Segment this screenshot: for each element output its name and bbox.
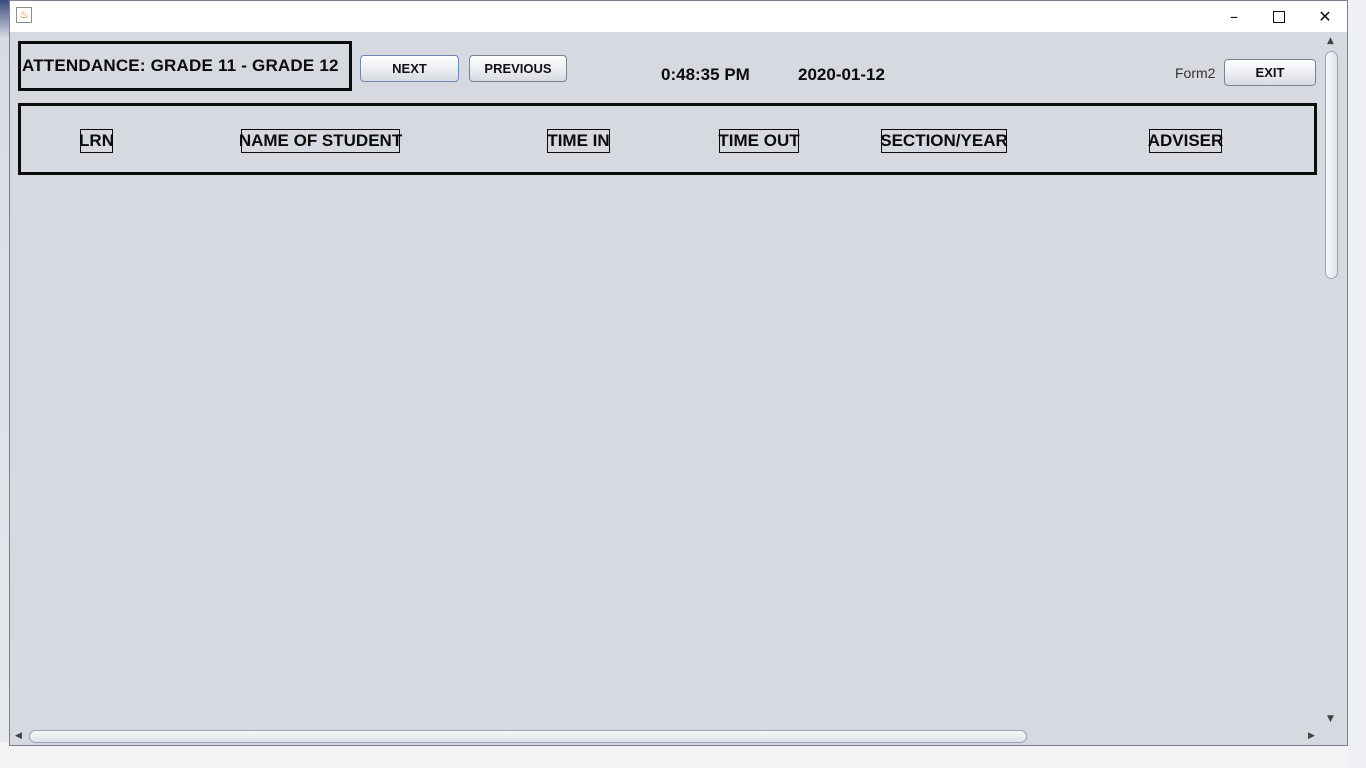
- scroll-down-icon[interactable]: ▼: [1327, 714, 1334, 724]
- attendance-window: ♨ – ✕ ATTENDANCE: GRADE 11 - GRADE 12 NE…: [9, 0, 1348, 746]
- column-header-time-out: TIME OUT: [718, 129, 800, 153]
- table-header: LRN NAME OF STUDENT TIME IN TIME OUT SEC…: [18, 103, 1317, 175]
- page-title: ATTENDANCE: GRADE 11 - GRADE 12: [18, 41, 352, 91]
- column-header-name: NAME OF STUDENT: [239, 129, 402, 153]
- column-header-time-in: TIME IN: [547, 129, 610, 153]
- clock-time: 0:48:35 PM: [661, 65, 750, 84]
- exit-button[interactable]: EXIT: [1224, 59, 1316, 86]
- minimize-button[interactable]: –: [1211, 1, 1257, 32]
- scroll-up-icon[interactable]: ▲: [1327, 36, 1334, 46]
- form-content: ATTENDANCE: GRADE 11 - GRADE 12 NEXT PRE…: [10, 33, 1323, 729]
- vertical-scroll-thumb[interactable]: [1325, 51, 1338, 279]
- current-date: 2020-01-12: [798, 65, 885, 84]
- form-name-label: Form2: [1175, 65, 1216, 81]
- desktop-right-edge: [1348, 0, 1366, 768]
- vertical-scrollbar[interactable]: ▲ ▼: [1323, 33, 1341, 729]
- column-header-lrn: LRN: [79, 129, 114, 153]
- java-cup-icon[interactable]: ♨: [16, 7, 32, 23]
- scroll-left-icon[interactable]: ◀: [15, 731, 22, 741]
- column-header-adviser: ADVISER: [1148, 129, 1223, 153]
- previous-button[interactable]: PREVIOUS: [469, 55, 567, 82]
- close-button[interactable]: ✕: [1302, 1, 1348, 32]
- horizontal-scroll-thumb[interactable]: [29, 730, 1027, 743]
- maximize-icon: [1273, 10, 1285, 23]
- minimize-icon: –: [1230, 7, 1238, 26]
- title-bar: ♨ – ✕: [10, 1, 1347, 32]
- horizontal-scrollbar[interactable]: ◀ ▶: [10, 729, 1323, 745]
- scroll-right-icon[interactable]: ▶: [1308, 731, 1315, 741]
- close-icon: ✕: [1318, 7, 1332, 26]
- column-header-section-year: SECTION/YEAR: [880, 129, 1008, 153]
- maximize-button[interactable]: [1256, 1, 1302, 32]
- next-button[interactable]: NEXT: [360, 55, 459, 82]
